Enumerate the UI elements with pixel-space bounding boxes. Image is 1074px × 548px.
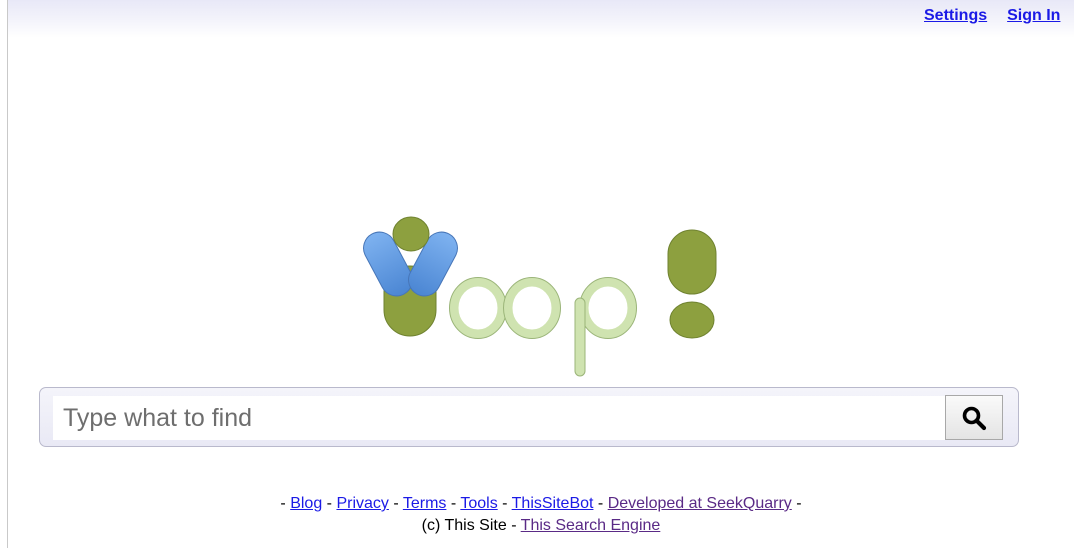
footer-link-thissitebot[interactable]: ThisSiteBot [512,495,594,512]
search-icon [962,406,987,430]
search-button[interactable] [945,395,1003,440]
footer-link-tools[interactable]: Tools [460,495,497,512]
footer-link-developed[interactable]: Developed at SeekQuarry [608,495,792,512]
footer-link-blog[interactable]: Blog [290,495,322,512]
left-border [0,0,8,548]
copyright-text: (c) This Site [421,517,507,534]
footer-link-terms[interactable]: Terms [403,495,447,512]
footer-links-row: - Blog - Privacy - Terms - Tools - ThisS… [280,495,802,512]
signin-link[interactable]: Sign In [1007,7,1060,24]
search-bar [39,387,1019,447]
footer-link-privacy[interactable]: Privacy [336,495,388,512]
footer-copyright-row: (c) This Site - This Search Engine [421,517,661,534]
footer-link-search-engine[interactable]: This Search Engine [521,517,661,534]
yioop-logo [363,216,717,377]
search-input[interactable] [53,396,957,440]
footer: - Blog - Privacy - Terms - Tools - ThisS… [8,493,1074,537]
top-bar [8,0,1074,38]
top-links: Settings Sign In [924,7,1074,25]
settings-link[interactable]: Settings [924,7,987,24]
